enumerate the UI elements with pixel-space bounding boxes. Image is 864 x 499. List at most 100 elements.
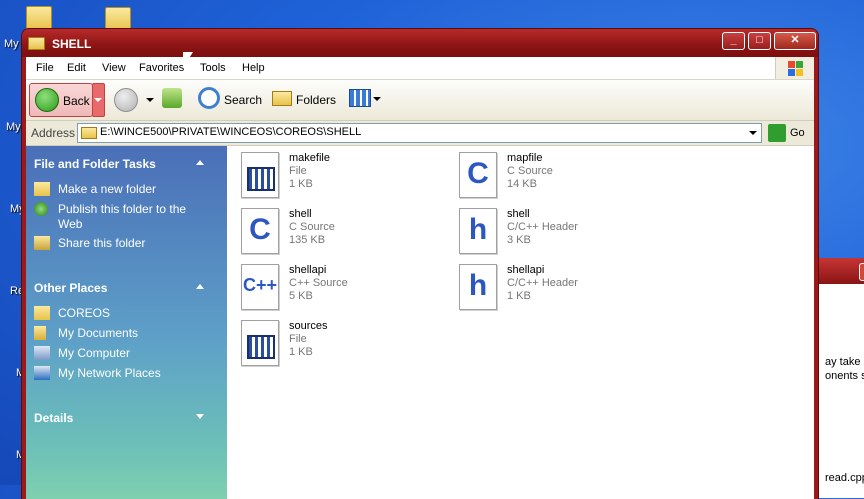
views-icon[interactable] <box>349 89 371 107</box>
chevron-down-icon <box>749 131 757 135</box>
file-size: 3 KB <box>507 234 531 246</box>
go-arrow-icon[interactable] <box>768 124 786 142</box>
file-name: sources <box>289 320 328 332</box>
file-name: makefile <box>289 152 330 164</box>
forward-dropdown-icon[interactable] <box>146 98 154 102</box>
publish-web-icon <box>34 202 48 216</box>
address-dropdown-button[interactable] <box>746 125 760 141</box>
back-button[interactable]: Back <box>29 83 93 117</box>
header-file-icon: h <box>459 208 497 254</box>
up-folder-icon[interactable] <box>162 88 182 108</box>
task-pane: File and Folder Tasks Make a new folder … <box>26 146 227 499</box>
share-folder-label: Share this folder <box>58 236 146 250</box>
publish-web-label-2: Web <box>58 217 83 231</box>
file-type: C/C++ Header <box>507 221 578 233</box>
menu-bar: File Edit View Favorites Tools Help <box>26 57 814 80</box>
file-size: 1 KB <box>289 178 313 190</box>
background-window-text-1: ay take s <box>825 356 864 368</box>
file-type: C Source <box>507 165 553 177</box>
share-folder-icon <box>34 236 50 250</box>
file-name: shellapi <box>289 264 327 276</box>
desktop-label-2: My <box>6 121 21 133</box>
background-window-titlebar[interactable] <box>811 258 864 284</box>
address-label: Address <box>31 126 76 140</box>
generic-file-icon <box>241 152 279 198</box>
collapse-chevron-icon[interactable] <box>196 284 204 289</box>
menu-file[interactable]: File <box>36 62 54 74</box>
go-button[interactable]: Go <box>790 127 805 139</box>
network-places-icon <box>34 366 50 380</box>
desktop-label-1: My <box>4 38 19 50</box>
menu-edit[interactable]: Edit <box>67 62 86 74</box>
make-new-folder-label: Make a new folder <box>58 182 157 196</box>
address-bar: Address E:\WINCE500\PRIVATE\WINCEOS\CORE… <box>26 121 814 146</box>
generic-file-icon <box>241 320 279 366</box>
menu-tools[interactable]: Tools <box>200 62 226 74</box>
background-window-close-icon[interactable] <box>859 263 864 281</box>
menu-help[interactable]: Help <box>242 62 265 74</box>
explorer-window: SHELL _ □ ✕ File Edit View Favorites Too… <box>22 29 818 499</box>
file-item[interactable]: h shell C/C++ Header 3 KB <box>451 206 651 254</box>
c-source-icon: C <box>459 152 497 198</box>
file-type: C Source <box>289 221 335 233</box>
maximize-button[interactable]: □ <box>748 32 771 50</box>
details-header[interactable]: Details <box>34 411 73 425</box>
my-documents-icon <box>34 326 46 340</box>
file-size: 14 KB <box>507 178 537 190</box>
file-item[interactable]: C mapfile C Source 14 KB <box>451 150 651 198</box>
other-place-coreos-label: COREOS <box>58 306 111 320</box>
file-folder-tasks-header[interactable]: File and Folder Tasks <box>34 157 156 171</box>
file-type: C++ Source <box>289 277 348 289</box>
folders-button[interactable]: Folders <box>296 93 336 107</box>
minimize-button[interactable]: _ <box>722 32 745 50</box>
file-item[interactable]: h shellapi C/C++ Header 1 KB <box>451 262 651 310</box>
file-item[interactable]: C++ shellapi C++ Source 5 KB <box>233 262 433 310</box>
forward-arrow-icon[interactable] <box>114 88 138 112</box>
file-type: C/C++ Header <box>507 277 578 289</box>
menu-view[interactable]: View <box>102 62 126 74</box>
file-size: 135 KB <box>289 234 326 246</box>
file-size: 1 KB <box>289 346 313 358</box>
other-places-header[interactable]: Other Places <box>34 281 107 295</box>
chevron-down-icon <box>94 98 102 102</box>
search-button[interactable]: Search <box>224 93 262 107</box>
address-input[interactable]: E:\WINCE500\PRIVATE\WINCEOS\COREOS\SHELL <box>77 123 762 143</box>
file-item[interactable]: C shell C Source 135 KB <box>233 206 433 254</box>
mouse-cursor-icon <box>183 52 193 68</box>
file-size: 1 KB <box>507 290 531 302</box>
file-name: shell <box>289 208 312 220</box>
cpp-source-icon: C++ <box>241 264 279 310</box>
file-type: File <box>289 165 307 177</box>
file-name: shellapi <box>507 264 545 276</box>
file-item[interactable]: makefile File 1 KB <box>233 150 433 198</box>
file-name: shell <box>507 208 530 220</box>
file-type: File <box>289 333 307 345</box>
close-button[interactable]: ✕ <box>774 32 816 50</box>
expand-chevron-icon[interactable] <box>196 414 204 419</box>
file-size: 5 KB <box>289 290 313 302</box>
title-bar[interactable]: SHELL _ □ ✕ <box>22 29 818 57</box>
views-dropdown-icon[interactable] <box>373 97 381 101</box>
c-source-icon: C <box>241 208 279 254</box>
desktop-folder-icon[interactable] <box>105 7 131 31</box>
toolbar: Back Search Folders <box>26 80 814 121</box>
windows-logo-icon <box>775 57 814 79</box>
window-title: SHELL <box>52 37 92 51</box>
my-computer-icon <box>34 346 50 360</box>
address-path: E:\WINCE500\PRIVATE\WINCEOS\COREOS\SHELL <box>100 126 362 138</box>
other-place-my-computer-label: My Computer <box>58 346 131 360</box>
search-icon <box>198 87 220 109</box>
file-item[interactable]: sources File 1 KB <box>233 318 433 366</box>
desktop-documents-icon[interactable] <box>26 6 52 30</box>
folder-icon <box>81 127 97 139</box>
folders-icon <box>272 91 292 106</box>
other-place-network-label: My Network Places <box>58 366 161 380</box>
background-window-text-2: onents se <box>825 370 864 382</box>
file-list: makefile File 1 KB C mapfile C Source 14… <box>227 146 814 499</box>
collapse-chevron-icon[interactable] <box>196 160 204 165</box>
publish-web-label: Publish this folder to the <box>58 202 187 216</box>
background-window-text-3: read.cpp <box>825 472 864 484</box>
back-dropdown-button[interactable] <box>92 83 105 117</box>
folder-icon <box>34 306 50 320</box>
menu-favorites[interactable]: Favorites <box>139 62 184 74</box>
